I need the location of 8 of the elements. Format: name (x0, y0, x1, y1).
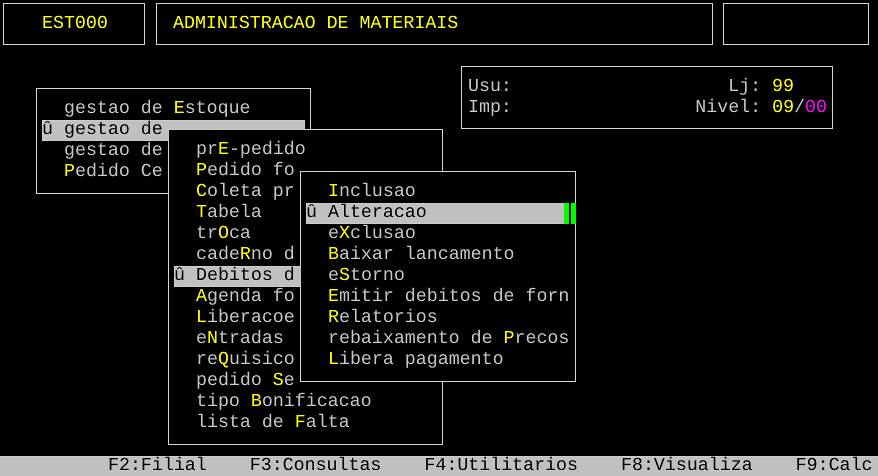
level-label: Nivel: (695, 98, 762, 118)
level-value: 09/00 (772, 98, 827, 118)
program-code: EST000 (42, 14, 108, 34)
user-label: Usu: (468, 77, 512, 98)
store-label: Lj: (728, 77, 762, 97)
store-number: 99 (772, 77, 794, 97)
screen-title: ADMINISTRACAO DE MATERIAIS (173, 14, 458, 34)
printer-label: Imp: (468, 98, 512, 119)
